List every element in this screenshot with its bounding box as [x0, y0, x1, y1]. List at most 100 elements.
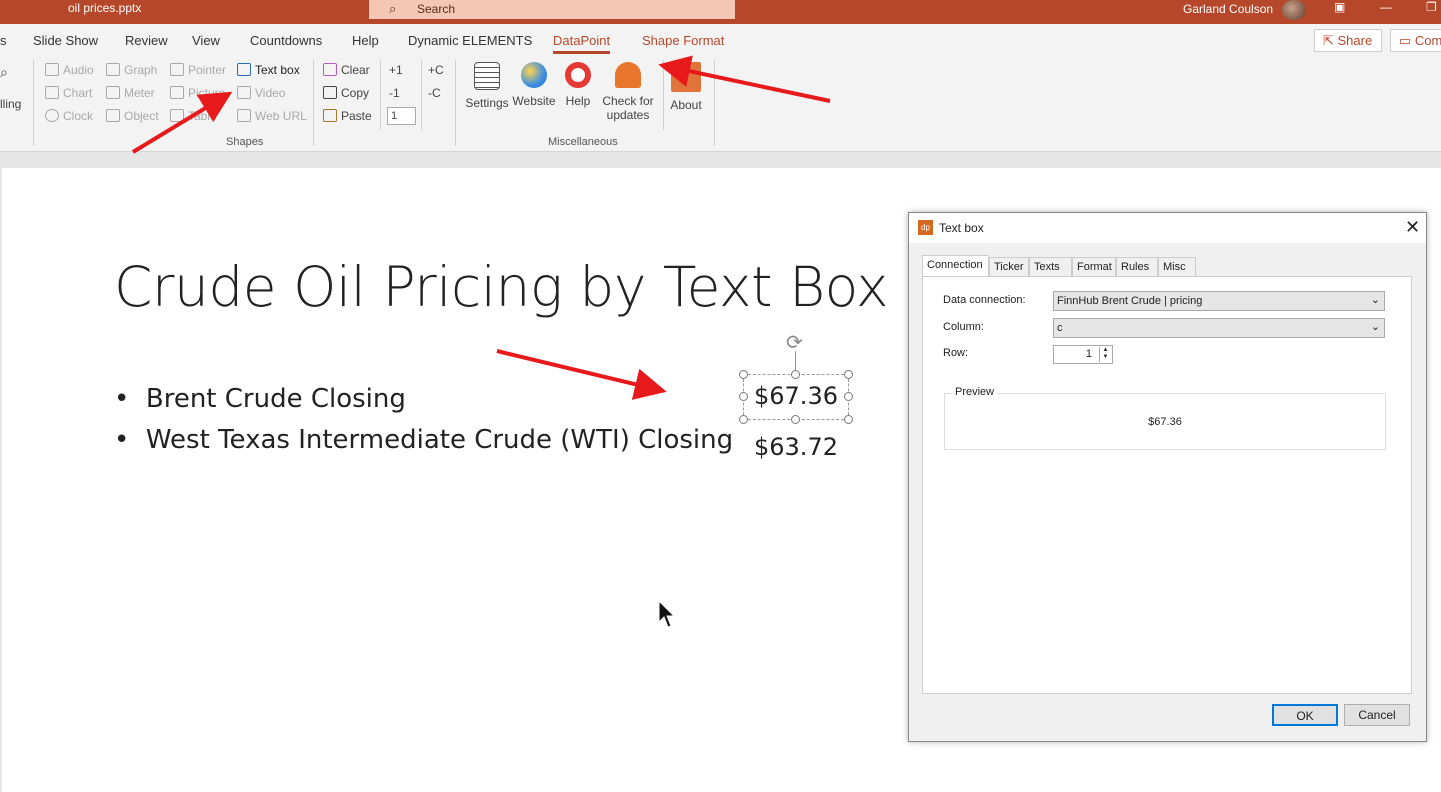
resize-handle[interactable]	[844, 392, 853, 401]
tab-ticker[interactable]: Ticker	[989, 257, 1029, 277]
divider	[33, 60, 34, 146]
object-icon	[106, 109, 120, 122]
plus-c-button[interactable]: +C	[428, 63, 444, 77]
row-stepper[interactable]: 1 ▲ ▼	[1053, 345, 1113, 364]
clock-label: Clock	[63, 109, 94, 123]
globe-icon	[521, 62, 547, 88]
chart-button[interactable]: Chart	[45, 86, 92, 100]
audio-button[interactable]: Audio	[45, 63, 94, 77]
graph-button[interactable]: Graph	[106, 63, 157, 77]
tab-view[interactable]: View	[192, 33, 220, 48]
check-updates-label-2: updates	[606, 108, 650, 122]
title-bar: oil prices.pptx ⌕ Search Garland Coulson…	[0, 0, 1441, 24]
object-button[interactable]: Object	[106, 109, 159, 123]
tab-dynamic-elements[interactable]: Dynamic ELEMENTS	[408, 33, 532, 48]
plus-one-button[interactable]: +1	[389, 63, 403, 77]
restore-icon[interactable]: ❐	[1426, 0, 1437, 14]
ok-button[interactable]: OK	[1272, 704, 1338, 726]
check-updates-button[interactable]: Check for updates	[598, 62, 658, 122]
clock-button[interactable]: Clock	[45, 109, 93, 123]
share-button[interactable]: ⇱ Share	[1314, 29, 1382, 52]
resize-handle[interactable]	[791, 415, 800, 424]
resize-handle[interactable]	[844, 415, 853, 424]
column-select[interactable]: c ⌄	[1053, 318, 1385, 338]
dialog-title-bar[interactable]: dp Text box ✕	[909, 213, 1426, 243]
connection-panel: Data connection: FinnHub Brent Crude | p…	[922, 276, 1412, 694]
avatar[interactable]	[1282, 0, 1306, 20]
table-button[interactable]: Table	[170, 109, 217, 123]
tab-countdowns[interactable]: Countdowns	[250, 33, 322, 48]
divider	[455, 60, 456, 146]
meter-label: Meter	[124, 86, 155, 100]
audio-icon	[45, 63, 59, 76]
resize-handle[interactable]	[739, 392, 748, 401]
chevron-down-icon: ⌄	[1370, 321, 1380, 333]
text-box-button[interactable]: Text box	[237, 63, 300, 77]
resize-handle[interactable]	[844, 370, 853, 379]
comment-icon: ▭	[1399, 33, 1415, 48]
resize-handle[interactable]	[739, 415, 748, 424]
website-button[interactable]: Website	[511, 62, 557, 108]
pointer-button[interactable]: Pointer	[170, 63, 226, 77]
tab-format[interactable]: Format	[1072, 257, 1116, 277]
ribbon-tabs: s Slide Show Review View Countdowns Help…	[0, 24, 1441, 56]
tab-datapoint[interactable]: DataPoint	[553, 33, 611, 54]
partial-icon[interactable]: ⌕	[0, 64, 8, 81]
resize-handle[interactable]	[739, 370, 748, 379]
chart-icon	[45, 86, 59, 99]
tab-texts[interactable]: Texts	[1029, 257, 1072, 277]
video-button[interactable]: Video	[237, 86, 285, 100]
bullet-item[interactable]: • Brent Crude Closing	[114, 384, 406, 414]
bullet-item[interactable]: • West Texas Intermediate Crude (WTI) Cl…	[114, 425, 733, 455]
slide-title[interactable]: Crude Oil Pricing by Text Box	[114, 255, 889, 319]
file-name[interactable]: oil prices.pptx	[68, 1, 141, 15]
tab-shape-format[interactable]: Shape Format	[642, 33, 724, 48]
about-icon	[671, 62, 701, 92]
paste-button[interactable]: Paste	[323, 109, 372, 123]
about-button[interactable]: About	[666, 62, 706, 112]
divider	[380, 60, 381, 130]
tab-misc[interactable]: Misc	[1158, 257, 1196, 277]
step-input[interactable]: 1	[387, 107, 416, 125]
ribbon-display-icon[interactable]: ▣	[1334, 0, 1345, 14]
text-box-label: Text box	[255, 63, 300, 77]
about-label: About	[670, 98, 702, 112]
copy-icon	[323, 86, 337, 99]
data-connection-select[interactable]: FinnHub Brent Crude | pricing ⌄	[1053, 291, 1385, 311]
minimize-icon[interactable]: —	[1380, 0, 1392, 14]
bullet-text: Brent Crude Closing	[145, 384, 406, 414]
minus-one-button[interactable]: -1	[389, 86, 400, 100]
minus-c-button[interactable]: -C	[428, 86, 441, 100]
tab-rules[interactable]: Rules	[1116, 257, 1158, 277]
dialog-title: Text box	[939, 221, 984, 235]
comments-button[interactable]: ▭ Com	[1390, 29, 1441, 52]
user-name[interactable]: Garland Coulson	[1183, 2, 1273, 16]
resize-handle[interactable]	[791, 370, 800, 379]
meter-button[interactable]: Meter	[106, 86, 155, 100]
graph-label: Graph	[124, 63, 158, 77]
tab-connection[interactable]: Connection	[922, 255, 989, 277]
search-icon: ⌕	[389, 1, 397, 16]
settings-button[interactable]: Settings	[464, 62, 510, 110]
wti-value[interactable]: $63.72	[754, 433, 838, 461]
copy-button[interactable]: Copy	[323, 86, 369, 100]
close-icon[interactable]: ✕	[1405, 217, 1420, 238]
divider	[421, 60, 422, 130]
partial-label[interactable]: lling	[0, 97, 21, 111]
group-label-miscellaneous: Miscellaneous	[548, 136, 618, 148]
tab-review[interactable]: Review	[125, 33, 168, 48]
share-icon: ⇱	[1323, 33, 1338, 48]
table-label: Table	[188, 109, 217, 123]
tab-help[interactable]: Help	[352, 33, 379, 48]
clear-button[interactable]: Clear	[323, 63, 370, 77]
spin-arrows-icon[interactable]: ▲ ▼	[1099, 347, 1111, 362]
help-button[interactable]: Help	[562, 62, 594, 108]
web-url-button[interactable]: Web URL	[237, 109, 307, 123]
cancel-button[interactable]: Cancel	[1344, 704, 1410, 726]
tab-slide-show[interactable]: Slide Show	[33, 33, 98, 48]
divider	[714, 60, 715, 146]
search-box[interactable]: ⌕ Search	[369, 0, 735, 19]
tab-partial[interactable]: s	[0, 33, 7, 48]
selected-text-box[interactable]: $67.36	[743, 374, 849, 420]
picture-button[interactable]: Picture	[170, 86, 225, 100]
